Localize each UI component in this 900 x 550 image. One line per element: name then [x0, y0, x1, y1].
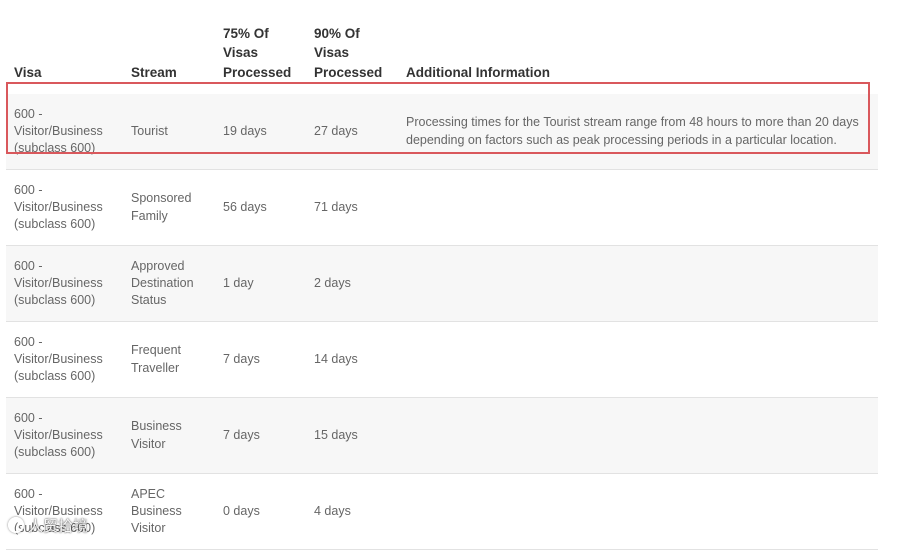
- table-row: 600 - Visitor/Business (subclass 600) Frequ…: [6, 321, 878, 398]
- cell-additional-info: [398, 321, 878, 398]
- cell-90-percent: 4 days: [306, 473, 398, 550]
- cell-90-percent: 27 days: [306, 94, 398, 170]
- cell-additional-info: [398, 397, 878, 474]
- cell-visa: 600 - Visitor/Business (subclass 600): [6, 94, 123, 170]
- header-75-percent: 75% Of Visas Processed: [223, 25, 292, 80]
- cell-stream: Frequent Traveller: [123, 321, 215, 398]
- table-row: 600 - Visitor/Business (subclass 600) Appro…: [6, 245, 878, 322]
- header-90-percent: 90% Of Visas Processed: [314, 25, 383, 80]
- cell-75-percent: 19 days: [215, 94, 306, 170]
- watermark-text: 人贸拾境: [28, 516, 89, 535]
- logo-circle-icon: [8, 517, 24, 533]
- cell-visa: 600 - Visitor/Business (subclass 600): [6, 473, 123, 550]
- header-additional-info: Additional Information: [406, 64, 550, 80]
- header-visa: Visa: [14, 64, 42, 80]
- cell-stream: Business Visitor: [123, 397, 215, 474]
- table-row: 600 - Visitor/Business (subclass 600) Spons…: [6, 169, 878, 246]
- cell-visa: 600 - Visitor/Business (subclass 600): [6, 397, 123, 474]
- table-header: Visa Stream 75% Of Visas Processed 90% Of V…: [6, 0, 878, 94]
- cell-75-percent: 56 days: [215, 169, 306, 246]
- cell-75-percent: 7 days: [215, 321, 306, 398]
- table-row: 600 - Visitor/Business (subclass 600) Touri…: [6, 94, 878, 170]
- cell-stream: Sponsored Family: [123, 169, 215, 246]
- processing-times-table-container: Visa Stream 75% Of Visas Processed 90% Of V…: [6, 0, 878, 550]
- processing-times-table: Visa Stream 75% Of Visas Processed 90% Of V…: [6, 0, 878, 550]
- cell-stream: Tourist: [123, 94, 215, 170]
- table-body: 600 - Visitor/Business (subclass 600) Touri…: [6, 94, 878, 550]
- cell-additional-info: [398, 169, 878, 246]
- cell-90-percent: 2 days: [306, 245, 398, 322]
- watermark: 人贸拾境: [8, 514, 88, 536]
- cell-additional-info: Processing times for the Tourist stream …: [398, 94, 878, 170]
- cell-90-percent: 71 days: [306, 169, 398, 246]
- table-row: 600 - Visitor/Business (subclass 600) Busin…: [6, 397, 878, 474]
- cell-visa: 600 - Visitor/Business (subclass 600): [6, 245, 123, 322]
- cell-90-percent: 15 days: [306, 397, 398, 474]
- cell-90-percent: 14 days: [306, 321, 398, 398]
- cell-stream: Approved Destination Status: [123, 245, 215, 322]
- cell-visa: 600 - Visitor/Business (subclass 600): [6, 321, 123, 398]
- cell-75-percent: 1 day: [215, 245, 306, 322]
- table-row: 600 - Visitor/Business (subclass 600) APEC B…: [6, 473, 878, 550]
- cell-additional-info: [398, 245, 878, 322]
- cell-75-percent: 0 days: [215, 473, 306, 550]
- cell-additional-info: [398, 473, 878, 550]
- cell-75-percent: 7 days: [215, 397, 306, 474]
- header-stream: Stream: [131, 64, 177, 80]
- header-row: Visa Stream 75% Of Visas Processed 90% Of V…: [6, 0, 878, 94]
- cell-visa: 600 - Visitor/Business (subclass 600): [6, 169, 123, 246]
- cell-stream: APEC Business Visitor: [123, 473, 215, 550]
